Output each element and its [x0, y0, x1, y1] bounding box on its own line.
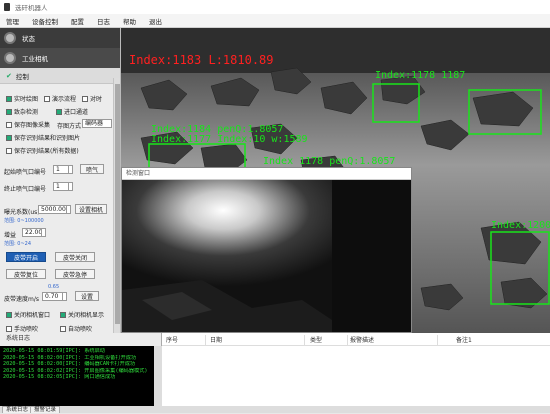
speed-input[interactable]: 0.70	[42, 292, 67, 301]
window-title: 选矸机器人	[15, 4, 48, 12]
system-log-panel: 系统日志 2020-05-15 08:01:59[IPC]: 系统启动 2020…	[0, 333, 162, 406]
popup-title: 检测窗口	[122, 168, 411, 180]
menu-item-manage[interactable]: 管理	[6, 16, 19, 26]
save-all-checkbox[interactable]: 保存识别结果(所有数据)	[6, 146, 79, 155]
close-cam-window-checkbox[interactable]: 关闭相机窗口	[6, 310, 50, 319]
bottom-tab-bar: 系统日志 报警记录	[0, 406, 550, 413]
manual-blow-checkbox[interactable]: 手动喷吹	[6, 324, 38, 333]
detection-label-4: Index 1178 penQ:1.8057	[263, 156, 395, 167]
save-format-label: 存图方式	[57, 123, 82, 130]
belt-start-button[interactable]: 皮带开启	[6, 252, 46, 262]
alignment-checkbox[interactable]: 对时	[82, 94, 102, 103]
log-line: 2020-05-15 08:02:05[IPC]: 网口通信成功	[3, 374, 116, 380]
system-log-title: 系统日志	[6, 335, 31, 342]
close-cam-show-checkbox[interactable]: 关闭相机显示	[60, 310, 104, 319]
status-label: 状态	[22, 35, 35, 43]
save-image-checkbox[interactable]: 保存图像采集	[6, 120, 50, 129]
control-label: 控制	[15, 72, 29, 81]
log-line: 2020-05-15 08:02:00[IPC]: 编码器CAN卡打开成功	[3, 361, 136, 367]
start-pulse-input[interactable]: 1	[53, 165, 73, 174]
menu-item-device-control[interactable]: 设备控制	[32, 16, 58, 26]
detection-label-red: Index:1183 L:1810.89	[129, 53, 274, 67]
belt-emergency-stop-button[interactable]: 皮带急停	[55, 269, 95, 279]
belt-reset-button[interactable]: 皮带复位	[6, 269, 46, 279]
gain-input[interactable]: 22.00	[22, 228, 46, 237]
pulse-button[interactable]: 喷气	[80, 164, 104, 174]
system-log-output[interactable]: 2020-05-15 08:01:59[IPC]: 系统启动 2020-05-1…	[0, 346, 154, 406]
column-header-description[interactable]: 报警描述	[350, 335, 438, 345]
exposure-range-text: 范围: 0~100000	[4, 218, 44, 224]
window-titlebar: 选矸机器人	[0, 0, 550, 14]
end-pulse-label: 终止喷气口编号	[4, 186, 47, 193]
camera-label: 工业相机	[22, 55, 48, 63]
sidebar-scrollbar[interactable]	[113, 78, 120, 333]
menu-item-exit[interactable]: 退出	[149, 16, 162, 26]
log-scrollbar[interactable]	[154, 346, 162, 406]
alarm-table: 序号 日期 类型 报警描述 备注1	[162, 333, 550, 406]
column-header-note[interactable]: 备注1	[456, 335, 516, 345]
speed-small-value: 0.65	[48, 284, 60, 290]
save-recognized-checkbox[interactable]: 保存识别结果和识别图片	[6, 133, 80, 142]
status-section-header[interactable]: 状态	[0, 28, 120, 48]
belt-tracking-checkbox[interactable]: 进口通道	[56, 107, 88, 116]
column-header-type[interactable]: 类型	[310, 335, 348, 345]
column-header-index[interactable]: 序号	[166, 335, 206, 345]
image-detect-checkbox[interactable]: 致杂检测	[6, 107, 38, 116]
set-camera-button[interactable]: 设置相机	[75, 204, 107, 214]
check-icon: ✔	[6, 71, 12, 80]
popup-camera-image	[122, 180, 411, 332]
camera-section-header[interactable]: 工业相机	[0, 48, 120, 68]
start-pulse-label: 起始喷气口编号	[4, 169, 47, 176]
exposure-label: 曝光系数(us)	[4, 209, 40, 216]
calibrate-checkbox[interactable]: 演示流程	[44, 94, 76, 103]
detection-popup-window[interactable]: 检测窗口	[121, 167, 412, 333]
menu-item-help[interactable]: 帮助	[123, 16, 136, 26]
set-speed-button[interactable]: 设置	[75, 291, 99, 301]
menu-item-log[interactable]: 日志	[97, 16, 110, 26]
control-section-header[interactable]: ✔ 控制	[0, 68, 120, 84]
gain-range-text: 范围: 0~24	[4, 241, 32, 247]
gear-icon	[4, 52, 16, 64]
tab-alarm-records[interactable]: 报警记录	[30, 406, 61, 413]
detection-label-3: Index:1177 Index:10 w:1589	[151, 134, 308, 145]
sidebar-scroll-thumb[interactable]	[115, 84, 120, 324]
app-icon	[4, 3, 10, 11]
exposure-input[interactable]: 5000.00	[38, 205, 71, 214]
speed-label: 皮带速度m/s	[4, 296, 39, 303]
gear-icon	[4, 32, 16, 44]
auto-blow-checkbox[interactable]: 自动喷吹	[60, 324, 92, 333]
detection-label-1: Index:1178 1187	[375, 70, 465, 81]
tab-system-log[interactable]: 系统日志	[2, 406, 33, 413]
column-header-date[interactable]: 日期	[210, 335, 305, 345]
detection-label-5: Index:1200 w:1589 1	[491, 220, 550, 231]
belt-stop-button[interactable]: 皮带关闭	[55, 252, 95, 262]
gain-label: 增益	[4, 232, 17, 239]
realtime-checkbox[interactable]: 实时绘图	[6, 94, 38, 103]
end-pulse-input[interactable]: 1	[53, 182, 73, 191]
alarm-table-header: 序号 日期 类型 报警描述 备注1	[162, 333, 550, 346]
control-sidebar: 状态 工业相机 ✔ 控制 实时绘图 演示流程 对时 致杂检测 进口通道 保存图像…	[0, 28, 121, 333]
save-format-select[interactable]: 编码器	[82, 119, 112, 128]
menu-item-config[interactable]: 配置	[71, 16, 84, 26]
menu-bar: 管理 设备控制 配置 日志 帮助 退出	[0, 14, 550, 28]
